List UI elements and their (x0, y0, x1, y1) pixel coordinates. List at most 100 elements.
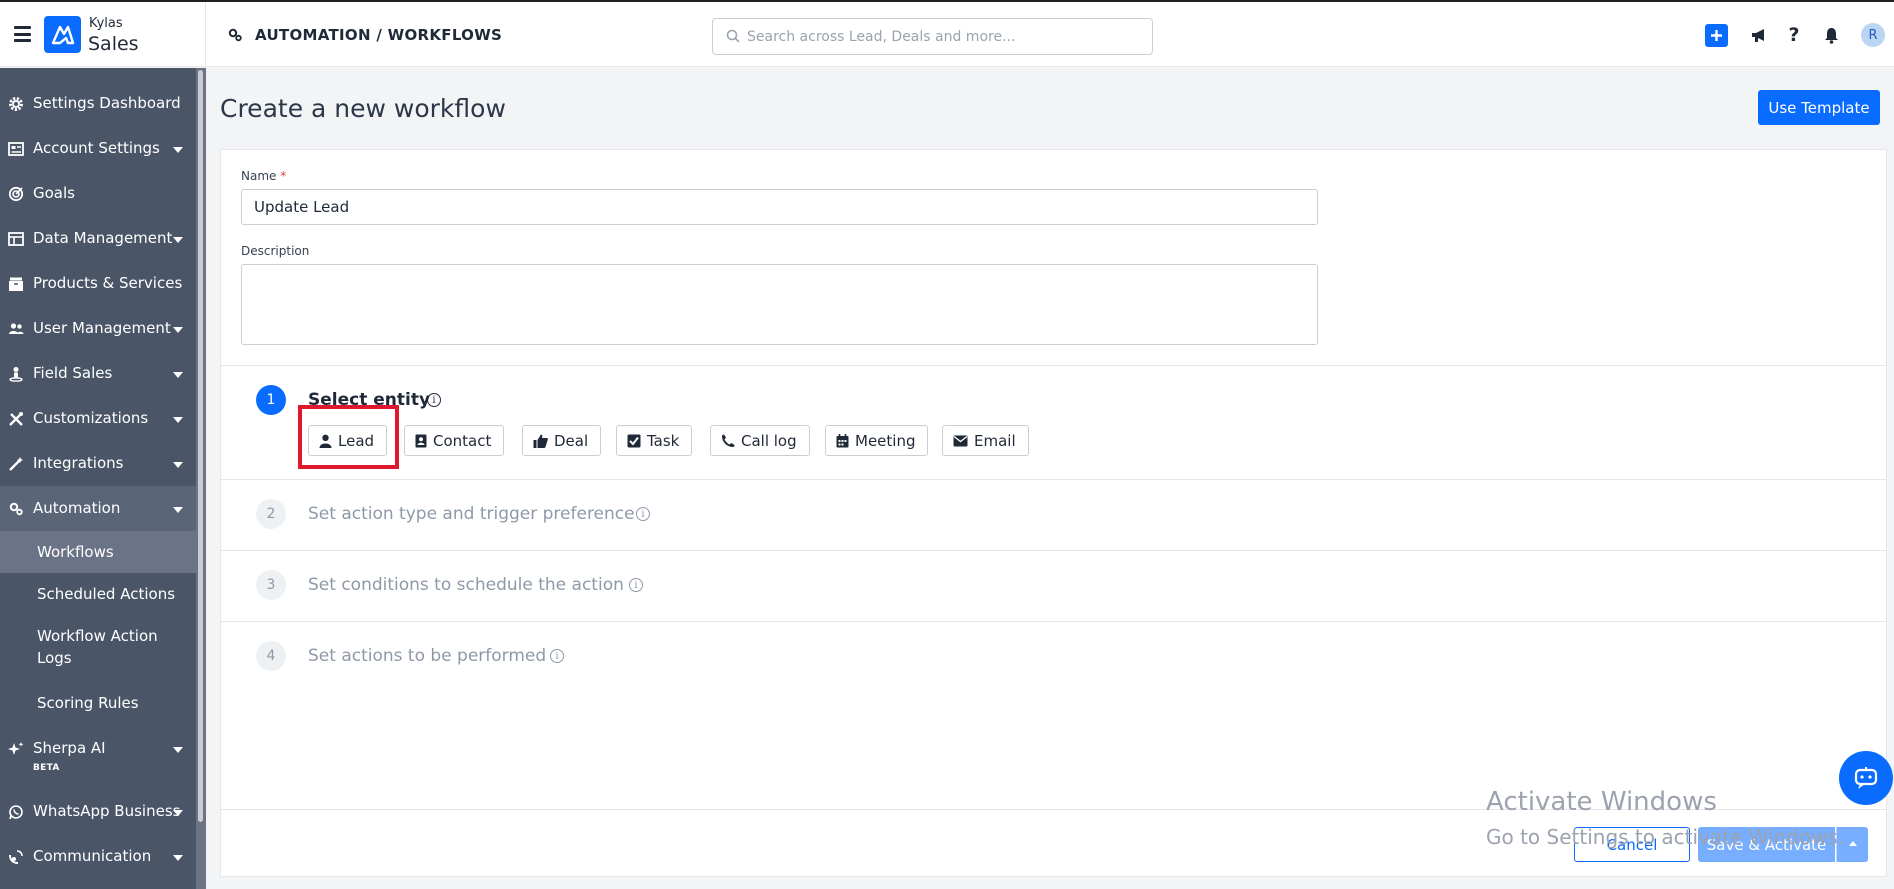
sidebar-item-data-management[interactable]: Data Management (0, 216, 196, 261)
help-icon[interactable]: ? (1783, 24, 1805, 46)
gears-icon (228, 28, 242, 42)
breadcrumb: AUTOMATION / WORKFLOWS (255, 26, 503, 44)
sidebar-item-label: Customizations (33, 409, 149, 427)
entity-contact-button[interactable]: Contact (404, 425, 505, 456)
info-icon[interactable]: i (629, 578, 643, 592)
account-icon (8, 142, 24, 156)
sidebar-subitem-label: Scheduled Actions (37, 585, 176, 603)
entity-meeting-button[interactable]: Meeting (825, 425, 929, 456)
step-1-title: Select entity (308, 390, 431, 410)
section-divider (221, 621, 1886, 622)
sidebar-item-label: WhatsApp Business (33, 802, 181, 820)
box-icon (9, 277, 23, 291)
sidebar-item-label: Automation (33, 499, 121, 517)
windows-watermark-subtitle: Go to Settings to activate Windows. (1486, 825, 1845, 849)
chevron-down-icon (173, 372, 183, 378)
windows-watermark-title: Activate Windows (1486, 787, 1717, 817)
plus-icon[interactable] (1705, 24, 1728, 47)
step-2-number: 2 (256, 499, 286, 529)
step-4-title: Set actions to be performed (308, 646, 547, 666)
step-2-title: Set action type and trigger preference (308, 504, 635, 524)
sidebar-item-label: Sherpa AI (33, 739, 106, 757)
brand-product: Sales (88, 33, 139, 55)
required-mark: * (280, 169, 287, 183)
search-input[interactable] (747, 19, 1142, 54)
thumbs-up-icon (533, 434, 548, 448)
person-pin-icon (9, 367, 23, 382)
sidebar-item-settings-dashboard[interactable]: Settings Dashboard (0, 81, 196, 126)
sidebar-subitem-workflow-action-logs[interactable]: Workflow Action Logs (0, 616, 196, 682)
description-textarea[interactable] (241, 264, 1318, 345)
step-3-number: 3 (256, 570, 286, 600)
sidebar-item-account-settings[interactable]: Account Settings (0, 126, 196, 171)
sidebar-item-label: Goals (33, 184, 75, 202)
satellite-icon (9, 850, 23, 864)
chat-support-button[interactable] (1839, 751, 1893, 805)
table-icon (8, 232, 24, 246)
entity-label: Call log (741, 431, 797, 450)
chat-icon (1854, 767, 1878, 789)
menu-icon[interactable] (14, 26, 31, 42)
name-input[interactable] (241, 189, 1318, 225)
header-divider (205, 2, 206, 69)
top-header: Kylas Sales AUTOMATION / WORKFLOWS ? R (0, 0, 1894, 69)
sidebar-item-label: Settings Dashboard (33, 94, 181, 112)
entity-call-log-button[interactable]: Call log (710, 425, 810, 456)
sidebar-item-label: User Management (33, 319, 171, 337)
chevron-down-icon (173, 507, 183, 513)
entity-label: Task (647, 431, 680, 450)
gears-icon (9, 502, 23, 516)
sidebar-item-label: Communication (33, 847, 152, 865)
sidebar-subitem-workflows[interactable]: Workflows (0, 531, 196, 573)
sidebar-item-sherpa-ai[interactable]: Sherpa AI BETA (0, 726, 196, 786)
description-label: Description (241, 244, 310, 258)
section-divider (221, 479, 1886, 480)
sidebar-item-integrations[interactable]: Integrations (0, 441, 196, 486)
wand-icon (9, 457, 23, 471)
info-icon[interactable]: i (636, 507, 650, 521)
sidebar-subitem-label: Workflows (37, 543, 114, 561)
sidebar-item-automation[interactable]: Automation (0, 486, 196, 531)
entity-email-button[interactable]: Email (942, 425, 1029, 456)
sidebar-subitem-scoring-rules[interactable]: Scoring Rules (0, 682, 196, 725)
sidebar-subitem-scheduled-actions[interactable]: Scheduled Actions (0, 573, 196, 616)
step-3-title: Set conditions to schedule the action (308, 575, 624, 595)
name-label: Name * (241, 169, 287, 183)
entity-deal-button[interactable]: Deal (522, 425, 602, 456)
avatar[interactable]: R (1861, 23, 1885, 47)
use-template-button[interactable]: Use Template (1758, 90, 1880, 125)
sidebar-item-label: Account Settings (33, 139, 160, 157)
sidebar-subitem-label: Workflow Action Logs (37, 627, 158, 667)
calendar-icon (836, 433, 849, 447)
entity-label: Lead (338, 431, 375, 450)
search-icon (726, 29, 740, 43)
gear-icon (9, 97, 23, 111)
entity-label: Meeting (855, 431, 916, 450)
sidebar-item-goals[interactable]: Goals (0, 171, 196, 216)
sidebar-item-customizations[interactable]: Customizations (0, 396, 196, 441)
step-4-number: 4 (256, 641, 286, 671)
page-title: Create a new workflow (220, 94, 506, 123)
step-1-number: 1 (256, 385, 286, 415)
user-icon (319, 434, 332, 448)
global-search[interactable] (712, 18, 1153, 55)
sidebar-scroll-thumb[interactable] (198, 70, 203, 822)
sidebar-item-whatsapp-business[interactable]: WhatsApp Business (0, 789, 196, 834)
entity-label: Email (974, 431, 1016, 450)
sidebar-item-communication[interactable]: Communication (0, 834, 196, 879)
sidebar-item-label: Data Management (33, 229, 173, 247)
chevron-down-icon (173, 417, 183, 423)
tools-icon (9, 412, 23, 426)
entity-lead-button[interactable]: Lead (308, 425, 388, 456)
info-icon[interactable]: i (550, 649, 564, 663)
sidebar-item-products-services[interactable]: Products & Services (0, 261, 196, 306)
sidebar-item-field-sales[interactable]: Field Sales (0, 351, 196, 396)
entity-task-button[interactable]: Task (616, 425, 693, 456)
info-icon[interactable]: i (427, 393, 441, 407)
sidebar-item-label: Integrations (33, 454, 124, 472)
chevron-down-icon (173, 462, 183, 468)
sidebar-item-user-management[interactable]: User Management (0, 306, 196, 351)
entity-label: Deal (554, 431, 589, 450)
bell-icon[interactable] (1820, 24, 1842, 46)
megaphone-icon[interactable] (1748, 24, 1770, 46)
